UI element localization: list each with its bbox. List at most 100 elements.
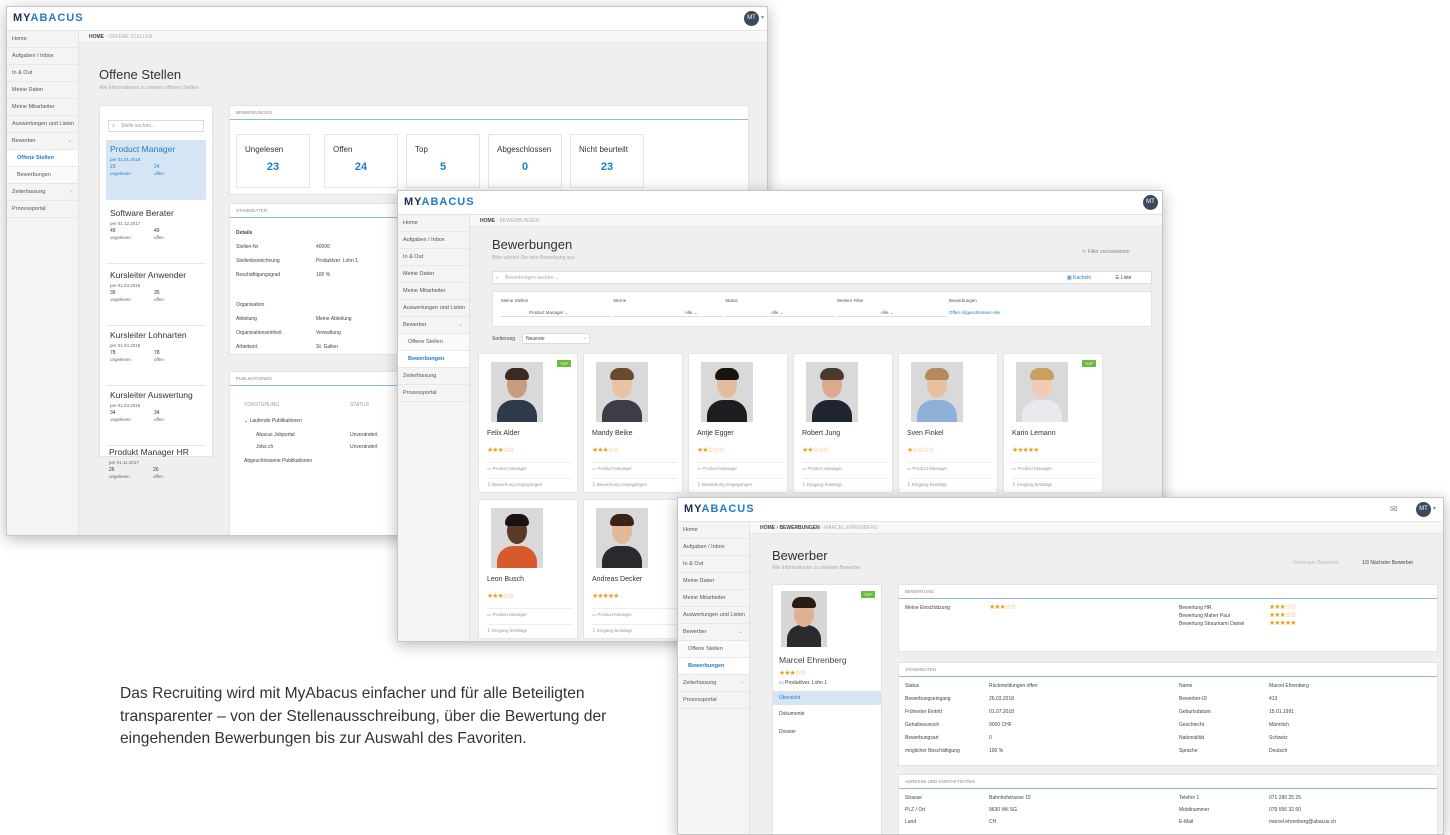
job-item[interactable]: Product Manager per 01.01.2018 23 24 ung…	[106, 140, 206, 200]
filter-weitere-select[interactable]: Alle ⌄	[837, 308, 947, 317]
job-unread-label: ungelesen	[109, 474, 130, 479]
mail-icon[interactable]: ✉	[1390, 504, 1398, 515]
stat-nicht-beurteilt[interactable]: Nicht beurteilt 23	[570, 134, 644, 188]
job-item[interactable]: Software Berater per 01.12.2017 49 49 un…	[106, 204, 206, 264]
breadcrumb-bewerbungen[interactable]: › BEWERBUNGEN	[776, 525, 819, 531]
myabacus-logo[interactable]: MYABACUS	[684, 503, 755, 515]
job-item[interactable]: Kursleiter Anwender per 01.04.2018 35 35…	[106, 266, 206, 326]
chevron-down-icon[interactable]: ▾	[761, 14, 764, 21]
sidebar-item-mitarbeiter[interactable]: Meine Mitarbeiter	[7, 99, 78, 116]
breadcrumb-home[interactable]: HOME	[760, 525, 775, 531]
stat-top[interactable]: Top 5	[406, 134, 480, 188]
tab-uebersicht[interactable]: Übersicht	[773, 691, 881, 705]
field-value: 01.07.2018	[989, 709, 1015, 715]
sidebar-item-meine-daten[interactable]: Meine Daten	[678, 573, 749, 590]
sidebar-item-inbox[interactable]: Aufgaben / Inbox	[678, 539, 749, 556]
field-label: Gehaltswunsch	[905, 722, 940, 728]
sidebar-item-bewerbungen[interactable]: Bewerbungen	[398, 351, 469, 368]
sort-select[interactable]: Neueste ⌄	[522, 333, 590, 344]
filter-sterne-select[interactable]: Alle ⌄	[613, 308, 723, 317]
sidebar-item-home[interactable]: Home	[7, 31, 78, 48]
publication-group[interactable]: ⌄ Laufende Publikationen	[244, 418, 302, 424]
my-rating-stars[interactable]: ★★★☆☆	[989, 603, 1016, 611]
sidebar-item-in-out[interactable]: In & Out	[678, 556, 749, 573]
applicant-card[interactable]: Mandy Beike ★★★☆☆ ▭ Product Manager ↧ Be…	[583, 353, 683, 493]
sidebar-item-zeiterfassung[interactable]: Zeiterfassung ›	[7, 184, 78, 201]
applicant-photo	[781, 591, 827, 647]
job-search-input[interactable]: ⌕ Stelle suchen...	[108, 120, 204, 132]
applicant-card[interactable]: Robert Jung ★★☆☆☆ ▭ Product Manager ↧ Ei…	[793, 353, 893, 493]
next-applicant-button[interactable]: 1/3 Nächster Bewerber	[1362, 560, 1413, 566]
filter-reset-button[interactable]: ↻ Filter zurücksetzen	[1082, 249, 1130, 255]
applicant-card[interactable]: Antje Egger ★★☆☆☆ ▭ Product Manager ↧ Be…	[688, 353, 788, 493]
sidebar-item-zeiterfassung[interactable]: Zeiterfassung	[398, 368, 469, 385]
user-avatar[interactable]: MT	[744, 11, 759, 26]
sidebar-item-meine-daten[interactable]: Meine Daten	[7, 82, 78, 99]
sidebar-item-prozessportal[interactable]: Prozessportal	[678, 692, 749, 709]
email-link[interactable]: marcel.ehrenberg@abacus.ch	[1269, 819, 1336, 825]
sidebar-item-offene-stellen[interactable]: Offene Stellen	[398, 334, 469, 351]
sidebar-item-home[interactable]: Home	[398, 215, 469, 232]
sidebar-item-prozessportal[interactable]: Prozessportal	[7, 201, 78, 218]
stat-ungelesen[interactable]: Ungelesen 23	[236, 134, 310, 188]
tab-dossier[interactable]: Dossier	[779, 729, 796, 735]
previous-applicant-button[interactable]: ‹ Vorheriger Bewerber	[1290, 560, 1339, 566]
publication-group[interactable]: Abgeschlossene Publikationen	[244, 458, 312, 464]
breadcrumb-home[interactable]: HOME	[89, 34, 104, 40]
sidebar-item-bewerber[interactable]: Bewerber ⌄	[678, 624, 749, 641]
applicant-card[interactable]: Leon Busch ★★★☆☆ ▭ Product Manager ↧ Ein…	[478, 499, 578, 639]
sidebar-item-bewerbungen[interactable]: Bewerbungen	[7, 167, 78, 184]
sidebar-item-home[interactable]: Home	[678, 522, 749, 539]
view-liste-button[interactable]: ☰ Liste	[1115, 275, 1131, 281]
job-title: Produkt Manager HR	[109, 447, 189, 457]
job-item[interactable]: Kursleiter Lohnarten per 01.04.2018 78 7…	[106, 326, 206, 386]
sidebar-item-offene-stellen[interactable]: Offene Stellen	[678, 641, 749, 658]
rating-label: Bewertung HR	[1179, 605, 1212, 611]
view-kacheln-button[interactable]: ▦ Kacheln	[1067, 275, 1091, 281]
sidebar-item-zeiterfassung[interactable]: Zeiterfassung ›	[678, 675, 749, 692]
user-avatar[interactable]: MT	[1143, 195, 1158, 210]
sidebar-item-bewerber[interactable]: Bewerber ⌄	[7, 133, 78, 150]
myabacus-logo[interactable]: MYABACUS	[13, 12, 84, 24]
sidebar-item-inbox[interactable]: Aufgaben / Inbox	[7, 48, 78, 65]
job-title: Product Manager	[110, 144, 176, 154]
applicant-card[interactable]: TOP Felix Alder ★★★☆☆ ▭ Product Manager …	[478, 353, 578, 493]
panel-header: ADRESSE UND KONTAKTDATEN	[899, 775, 1437, 789]
chevron-right-icon: ›	[741, 680, 743, 686]
stat-offen[interactable]: Offen 24	[324, 134, 398, 188]
sidebar-item-in-out[interactable]: In & Out	[7, 65, 78, 82]
bewerbungen-search-input[interactable]: ⌕ Bewerbungen suchen ... ▦ Kacheln ☰ Lis…	[492, 271, 1152, 284]
bewerbungen-status-toggle[interactable]: Offen Abgeschlossen Alle	[949, 310, 1000, 315]
sidebar-item-offene-stellen[interactable]: Offene Stellen	[7, 150, 78, 167]
sidebar-item-prozessportal[interactable]: Prozessportal	[398, 385, 469, 402]
filter-meine-stellen-select[interactable]: Product Manager ⌄	[501, 308, 611, 317]
filter-status-select[interactable]: Alle ⌄	[725, 308, 835, 317]
sidebar-item-bewerber[interactable]: Bewerber ⌄	[398, 317, 469, 334]
sidebar-item-auswertungen[interactable]: Auswertungen und Listen	[7, 116, 78, 133]
job-unread-label: ungelesen	[110, 171, 131, 176]
sidebar-item-in-out[interactable]: In & Out	[398, 249, 469, 266]
applicant-card[interactable]: TOP Karin Lemann ★★★★★ ▭ Product Manager…	[1003, 353, 1103, 493]
breadcrumb-home[interactable]: HOME	[480, 218, 495, 224]
applicant-card[interactable]: Sven Finkel ★☆☆☆☆ ▭ Product Manager ↧ Ei…	[898, 353, 998, 493]
stat-value: 24	[354, 161, 368, 173]
job-item[interactable]: Produkt Manager HR per 01.11.2017 26 26 …	[105, 443, 207, 503]
sidebar-item-meine-daten[interactable]: Meine Daten	[398, 266, 469, 283]
myabacus-logo[interactable]: MYABACUS	[404, 196, 475, 208]
applicant-card[interactable]: Andreas Decker ★★★★★ ▭ Product Manager ↧…	[583, 499, 683, 639]
job-item[interactable]: Kursleiter Auswertung per 01.04.2018 34 …	[106, 386, 206, 446]
search-icon: ⌕	[112, 123, 116, 129]
sidebar-item-bewerbungen[interactable]: Bewerbungen	[678, 658, 749, 675]
sidebar-item-inbox[interactable]: Aufgaben / Inbox	[398, 232, 469, 249]
sidebar-item-auswertungen[interactable]: Auswertungen und Listen	[398, 300, 469, 317]
chevron-down-icon[interactable]: ▾	[1433, 505, 1436, 512]
tab-dokumente[interactable]: Dokumente	[779, 711, 805, 717]
applicant-job: ▭ Product Manager	[487, 462, 573, 472]
user-avatar[interactable]: MT	[1416, 502, 1431, 517]
sidebar-item-mitarbeiter[interactable]: Meine Mitarbeiter	[398, 283, 469, 300]
sidebar-item-auswertungen[interactable]: Auswertungen und Listen	[678, 607, 749, 624]
sidebar-item-mitarbeiter[interactable]: Meine Mitarbeiter	[678, 590, 749, 607]
star-rating[interactable]: ★★★☆☆	[779, 669, 806, 677]
stat-abgeschlossen[interactable]: Abgeschlossen 0	[488, 134, 562, 188]
field-label: Frühester Eintritt	[905, 709, 942, 715]
